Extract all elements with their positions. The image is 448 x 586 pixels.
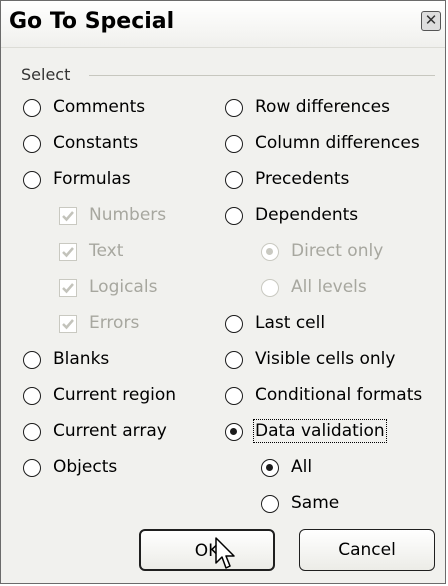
radio-circle [23,99,41,117]
radio-label: Objects [53,457,118,477]
radio-circle [225,99,243,117]
radio-label: Last cell [255,313,326,333]
checkbox-label: Numbers [89,205,167,225]
checkbox-label: Errors [89,313,140,333]
radio-circle [23,351,41,369]
radio-circle [225,351,243,369]
radio-label: Direct only [291,241,384,261]
radio-label: Data validation [253,419,387,443]
radio-circle [225,171,243,189]
radio-circle [261,279,279,297]
go-to-special-dialog: Go To Special ✕ Select Comments Constant… [0,0,446,584]
radio-label: Constants [53,133,139,153]
checkbox-label: Text [89,241,124,261]
radio-circle [225,387,243,405]
radio-circle [225,423,243,441]
radio-label: Current region [53,385,177,405]
radio-circle [261,459,279,477]
radio-circle [23,423,41,441]
checkbox-box [59,207,77,225]
radio-label: Formulas [53,169,131,189]
title-bar: Go To Special ✕ [1,1,445,48]
radio-label: Conditional formats [255,385,423,405]
radio-circle [261,495,279,513]
radio-label: All levels [291,277,367,297]
radio-selected-dot [266,248,273,255]
radio-label: Blanks [53,349,110,369]
radio-label: Precedents [255,169,350,189]
radio-circle [23,459,41,477]
radio-circle [225,315,243,333]
radio-label: Same [291,493,340,513]
radio-circle [23,135,41,153]
radio-selected-dot [266,464,273,471]
radio-label: Column differences [255,133,420,153]
close-icon[interactable]: ✕ [421,11,441,31]
ok-button[interactable]: OK [139,529,275,571]
checkbox-box [59,243,77,261]
checkbox-box [59,315,77,333]
radio-label: Current array [53,421,167,441]
dialog-title: Go To Special [9,9,175,34]
radio-label: Dependents [255,205,359,225]
checkbox-box [59,279,77,297]
group-divider [89,75,435,76]
radio-label: Comments [53,97,146,117]
checkbox-label: Logicals [89,277,158,297]
group-label: Select [21,65,77,84]
radio-circle [225,207,243,225]
radio-label: Row differences [255,97,390,117]
radio-label: Visible cells only [255,349,396,369]
radio-selected-dot [230,428,237,435]
radio-circle [23,171,41,189]
radio-circle [23,387,41,405]
cancel-button[interactable]: Cancel [299,529,435,571]
radio-circle [225,135,243,153]
radio-label: All [291,457,313,477]
mouse-cursor-icon [215,537,235,569]
radio-circle [261,243,279,261]
